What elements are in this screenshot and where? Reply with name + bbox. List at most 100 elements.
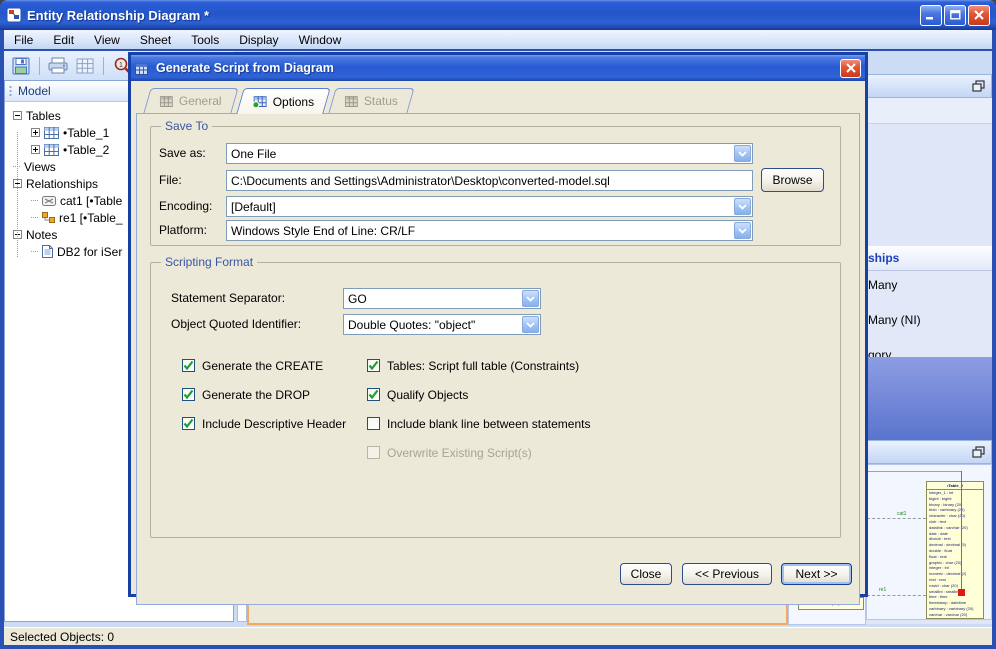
tab-label: Options <box>272 94 314 109</box>
statement-separator-label: Statement Separator: <box>171 291 286 305</box>
combo-value: Double Quotes: "object" <box>348 317 476 332</box>
expand-icon[interactable] <box>31 145 40 154</box>
menu-item[interactable]: Tools <box>181 31 229 49</box>
maximize-button[interactable] <box>944 4 966 26</box>
restore-pane-icon[interactable] <box>972 446 985 458</box>
connector-label: re1 <box>879 587 887 593</box>
menu-item[interactable]: Edit <box>43 31 84 49</box>
tab-options[interactable]: Options <box>235 88 331 114</box>
tab-label: Status <box>363 94 398 108</box>
collapse-icon[interactable] <box>13 111 22 120</box>
chevron-down-icon[interactable] <box>734 145 751 162</box>
chevron-down-icon[interactable] <box>522 316 539 333</box>
tree-stub <box>31 200 38 201</box>
platform-label: Platform: <box>159 223 208 237</box>
checkbox-descriptive-header[interactable]: Include Descriptive Header <box>182 416 346 431</box>
window-titlebar: Entity Relationship Diagram * <box>0 0 996 30</box>
checkbox-qualify-objects[interactable]: Qualify Objects <box>367 387 468 402</box>
combo-value: One File <box>231 146 277 161</box>
checkbox-label: Tables: Script full table (Constraints) <box>387 358 580 373</box>
checkbox-checked-icon <box>367 359 380 372</box>
menu-item[interactable]: Sheet <box>130 31 181 49</box>
tab-status-icon <box>344 95 358 107</box>
grid-sheet-icon[interactable] <box>74 55 96 77</box>
combo-value: [Default] <box>231 199 276 214</box>
restore-pane-icon[interactable] <box>972 80 985 92</box>
checkbox-generate-create[interactable]: Generate the CREATE <box>182 358 323 373</box>
palette-item[interactable]: Many (NI) <box>866 306 992 341</box>
button-label: << Previous <box>694 567 760 581</box>
chevron-down-icon[interactable] <box>734 222 751 239</box>
entity-table-title: •Table_2 <box>927 482 983 490</box>
checkbox-checked-icon <box>182 388 195 401</box>
encoding-combo[interactable]: [Default] <box>226 196 753 217</box>
save-icon[interactable] <box>10 55 32 77</box>
expand-icon[interactable] <box>31 128 40 137</box>
group-legend: Scripting Format <box>161 255 258 269</box>
checkbox-script-full-table[interactable]: Tables: Script full table (Constraints) <box>367 358 579 373</box>
right-panel-body <box>866 98 992 246</box>
tab-label: General <box>178 94 222 108</box>
app-icon <box>6 7 22 23</box>
connector-line <box>867 518 926 519</box>
right-panel-header <box>866 74 992 98</box>
dialog-title: Generate Script from Diagram <box>156 61 334 75</box>
diagram-canvas[interactable]: cat1 re1 •Table_2 integer_1 : int bigint … <box>866 464 992 620</box>
save-as-label: Save as: <box>159 146 206 160</box>
right-panel: ships Many Many (NI) gory cat1 re1 •Tabl… <box>866 74 992 624</box>
palette-item[interactable]: Many <box>866 271 992 306</box>
tree-label: Relationships <box>26 176 99 191</box>
previous-button[interactable]: << Previous <box>682 563 772 585</box>
tree-label: Views <box>24 159 56 174</box>
menu-item[interactable]: Window <box>289 31 352 49</box>
dialog-tabs: General Options Status <box>143 88 416 114</box>
scripting-format-group: Scripting Format Statement Separator: GO… <box>150 255 841 538</box>
panel-grip-icon[interactable] <box>9 85 12 97</box>
browse-button[interactable]: Browse <box>761 168 824 192</box>
menu-bar: File Edit View Sheet Tools Display Window <box>4 30 992 50</box>
save-as-combo[interactable]: One File <box>226 143 753 164</box>
print-icon[interactable] <box>47 55 69 77</box>
tree-stub <box>31 251 38 252</box>
tree-stub <box>31 217 38 218</box>
entity-table[interactable]: •Table_2 integer_1 : int bigint : bigint b… <box>926 481 984 619</box>
tree-label: DB2 for iSer <box>57 244 123 259</box>
save-to-group: Save To Save as: One File File: Browse E… <box>150 119 841 246</box>
status-text: Selected Objects: 0 <box>10 629 115 644</box>
close-button[interactable] <box>968 4 990 26</box>
window-title: Entity Relationship Diagram * <box>27 7 210 23</box>
checkbox-blank-line[interactable]: Include blank line between statements <box>367 416 590 431</box>
combo-value: Windows Style End of Line: CR/LF <box>231 223 416 238</box>
tree-label: re1 [•Table_ <box>59 210 123 225</box>
quoted-identifier-combo[interactable]: Double Quotes: "object" <box>343 314 541 335</box>
menu-item[interactable]: View <box>84 31 130 49</box>
model-panel-title: Model <box>18 84 51 98</box>
tree-guide <box>17 132 18 257</box>
platform-combo[interactable]: Windows Style End of Line: CR/LF <box>226 220 753 241</box>
chevron-down-icon[interactable] <box>522 290 539 307</box>
dialog-titlebar: Generate Script from Diagram <box>131 55 865 81</box>
next-button[interactable]: Next >> <box>781 563 852 585</box>
tab-general[interactable]: General <box>143 88 239 113</box>
file-path-input[interactable] <box>226 170 753 191</box>
relationship-icon <box>42 212 55 223</box>
palette-empty-area <box>866 357 992 440</box>
palette-items: Many Many (NI) gory <box>866 271 992 362</box>
selection-handle[interactable] <box>958 589 965 596</box>
status-bar: Selected Objects: 0 <box>4 627 992 645</box>
generate-script-dialog: Generate Script from Diagram General Opt… <box>128 52 868 605</box>
minimize-button[interactable] <box>920 4 942 26</box>
selection-line <box>961 471 962 593</box>
menu-item[interactable]: File <box>4 31 43 49</box>
checkbox-generate-drop[interactable]: Generate the DROP <box>182 387 310 402</box>
tab-status[interactable]: Status <box>328 88 415 113</box>
app-window: Entity Relationship Diagram * File Edit Vi… <box>0 0 996 649</box>
menu-item[interactable]: Display <box>229 31 288 49</box>
checkbox-unchecked-icon <box>367 417 380 430</box>
statement-separator-combo[interactable]: GO <box>343 288 541 309</box>
chevron-down-icon[interactable] <box>734 198 751 215</box>
close-dialog-button[interactable]: Close <box>620 563 672 585</box>
button-label: Close <box>630 567 662 581</box>
dialog-close-icon[interactable] <box>840 58 861 78</box>
tree-label: •Table_1 <box>63 125 110 140</box>
